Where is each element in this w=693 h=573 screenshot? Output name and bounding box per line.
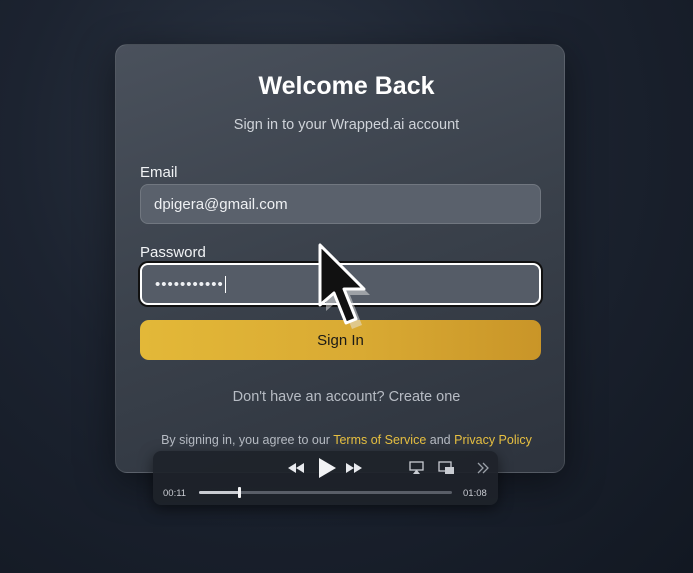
privacy-policy-link[interactable]: Privacy Policy [454, 433, 532, 447]
terms-prefix: By signing in, you agree to our [161, 433, 334, 447]
progress-fill [199, 491, 240, 494]
current-time: 00:11 [163, 488, 187, 499]
page-subtitle: Sign in to your Wrapped.ai account [233, 117, 460, 133]
email-label: Email [140, 164, 178, 181]
fast-forward-icon[interactable] [345, 461, 363, 480]
chevron-double-right-icon[interactable] [477, 461, 489, 480]
email-field[interactable]: dpigera@gmail.com [140, 184, 541, 224]
email-value: dpigera@gmail.com [154, 195, 288, 213]
page-title: Welcome Back [258, 72, 435, 100]
total-time: 01:08 [463, 488, 487, 499]
video-player-controls: 00:11 01:08 [153, 451, 498, 505]
picture-in-picture-icon[interactable] [438, 461, 455, 480]
airplay-icon[interactable] [409, 461, 424, 480]
terms-notice: By signing in, you agree to our Terms of… [0, 433, 693, 447]
progress-scrubber[interactable] [238, 487, 242, 498]
rewind-icon[interactable] [287, 461, 305, 480]
text-caret [224, 275, 227, 293]
progress-track[interactable] [199, 487, 452, 498]
pointer-arrow-icon [312, 243, 370, 338]
password-value: ••••••••••• [155, 275, 224, 293]
create-account-link[interactable]: Don't have an account? Create one [0, 389, 693, 405]
terms-of-service-link[interactable]: Terms of Service [333, 433, 426, 447]
password-label: Password [140, 244, 206, 261]
play-icon[interactable] [317, 456, 337, 485]
terms-and: and [426, 433, 455, 447]
